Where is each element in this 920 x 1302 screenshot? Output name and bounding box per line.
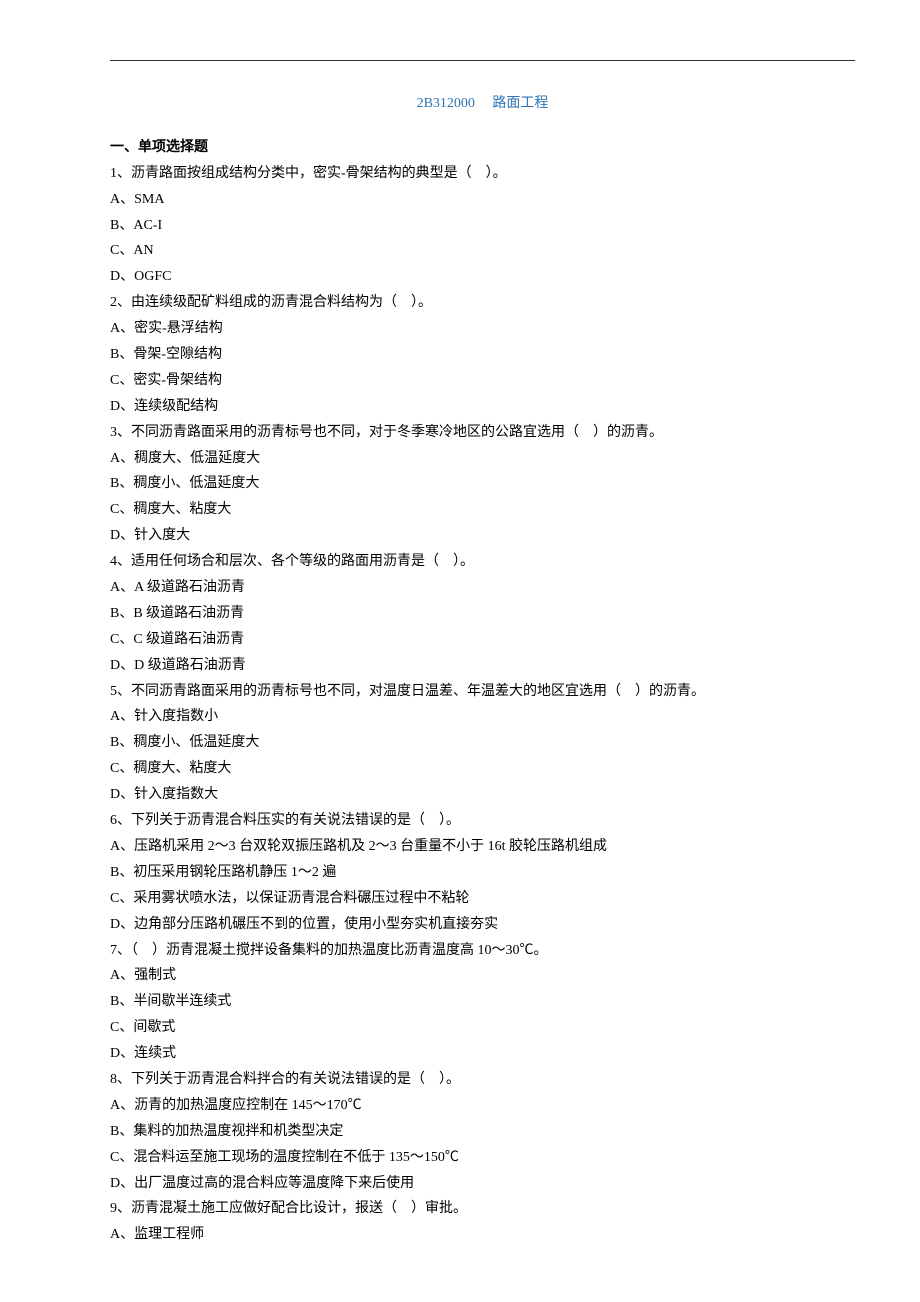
question-text: 1、沥青路面按组成结构分类中，密实-骨架结构的典型是（ ）。 (110, 161, 855, 187)
question-text: 8、下列关于沥青混合料拌合的有关说法错误的是（ ）。 (110, 1067, 855, 1093)
option-b: B、稠度小、低温延度大 (110, 730, 855, 756)
option-a: A、强制式 (110, 963, 855, 989)
option-c: C、采用雾状喷水法，以保证沥青混合料碾压过程中不粘轮 (110, 886, 855, 912)
question-block: 1、沥青路面按组成结构分类中，密实-骨架结构的典型是（ ）。 A、SMA B、A… (110, 161, 855, 290)
option-a: A、针入度指数小 (110, 704, 855, 730)
option-b: B、骨架-空隙结构 (110, 342, 855, 368)
option-a: A、稠度大、低温延度大 (110, 446, 855, 472)
question-text: 7、（ ）沥青混凝土搅拌设备集料的加热温度比沥青温度高 10～30℃。 (110, 938, 855, 964)
question-block: 4、适用任何场合和层次、各个等级的路面用沥青是（ ）。 A、A 级道路石油沥青 … (110, 549, 855, 678)
question-text: 2、由连续级配矿料组成的沥青混合料结构为（ ）。 (110, 290, 855, 316)
option-c: C、稠度大、粘度大 (110, 497, 855, 523)
section-heading: 一、单项选择题 (110, 135, 855, 161)
top-rule (110, 60, 855, 61)
option-d: D、针入度指数大 (110, 782, 855, 808)
option-c: C、密实-骨架结构 (110, 368, 855, 394)
question-block: 3、不同沥青路面采用的沥青标号也不同，对于冬季寒冷地区的公路宜选用（ ）的沥青。… (110, 420, 855, 549)
option-a: A、沥青的加热温度应控制在 145～170℃ (110, 1093, 855, 1119)
title-code: 2B312000 (417, 96, 475, 111)
option-c: C、AN (110, 238, 855, 264)
question-block: 8、下列关于沥青混合料拌合的有关说法错误的是（ ）。 A、沥青的加热温度应控制在… (110, 1067, 855, 1196)
option-b: B、集料的加热温度视拌和机类型决定 (110, 1119, 855, 1145)
document-title: 2B312000 路面工程 (110, 91, 855, 117)
option-c: C、间歇式 (110, 1015, 855, 1041)
option-c: C、C 级道路石油沥青 (110, 627, 855, 653)
option-b: B、初压采用钢轮压路机静压 1～2 遍 (110, 860, 855, 886)
option-d: D、出厂温度过高的混合料应等温度降下来后使用 (110, 1171, 855, 1197)
question-text: 3、不同沥青路面采用的沥青标号也不同，对于冬季寒冷地区的公路宜选用（ ）的沥青。 (110, 420, 855, 446)
question-text: 9、沥青混凝土施工应做好配合比设计，报送（ ）审批。 (110, 1196, 855, 1222)
question-text: 4、适用任何场合和层次、各个等级的路面用沥青是（ ）。 (110, 549, 855, 575)
option-b: B、AC-I (110, 213, 855, 239)
question-block: 7、（ ）沥青混凝土搅拌设备集料的加热温度比沥青温度高 10～30℃。 A、强制… (110, 938, 855, 1067)
option-a: A、SMA (110, 187, 855, 213)
option-a: A、压路机采用 2～3 台双轮双振压路机及 2～3 台重量不小于 16t 胶轮压… (110, 834, 855, 860)
option-d: D、连续级配结构 (110, 394, 855, 420)
question-block: 9、沥青混凝土施工应做好配合比设计，报送（ ）审批。 A、监理工程师 (110, 1196, 855, 1248)
option-b: B、B 级道路石油沥青 (110, 601, 855, 627)
title-main: 路面工程 (492, 96, 548, 111)
question-block: 6、下列关于沥青混合料压实的有关说法错误的是（ ）。 A、压路机采用 2～3 台… (110, 808, 855, 937)
option-b: B、稠度小、低温延度大 (110, 471, 855, 497)
option-a: A、A 级道路石油沥青 (110, 575, 855, 601)
option-d: D、D 级道路石油沥青 (110, 653, 855, 679)
option-a: A、密实-悬浮结构 (110, 316, 855, 342)
question-text: 5、不同沥青路面采用的沥青标号也不同，对温度日温差、年温差大的地区宜选用（ ）的… (110, 679, 855, 705)
question-block: 5、不同沥青路面采用的沥青标号也不同，对温度日温差、年温差大的地区宜选用（ ）的… (110, 679, 855, 808)
option-c: C、稠度大、粘度大 (110, 756, 855, 782)
option-a: A、监理工程师 (110, 1222, 855, 1248)
option-d: D、连续式 (110, 1041, 855, 1067)
option-b: B、半间歇半连续式 (110, 989, 855, 1015)
option-c: C、混合料运至施工现场的温度控制在不低于 135～150℃ (110, 1145, 855, 1171)
page-container: 2B312000 路面工程 一、单项选择题 1、沥青路面按组成结构分类中，密实-… (0, 0, 920, 1288)
option-d: D、针入度大 (110, 523, 855, 549)
question-text: 6、下列关于沥青混合料压实的有关说法错误的是（ ）。 (110, 808, 855, 834)
question-block: 2、由连续级配矿料组成的沥青混合料结构为（ ）。 A、密实-悬浮结构 B、骨架-… (110, 290, 855, 419)
option-d: D、边角部分压路机碾压不到的位置，使用小型夯实机直接夯实 (110, 912, 855, 938)
option-d: D、OGFC (110, 264, 855, 290)
